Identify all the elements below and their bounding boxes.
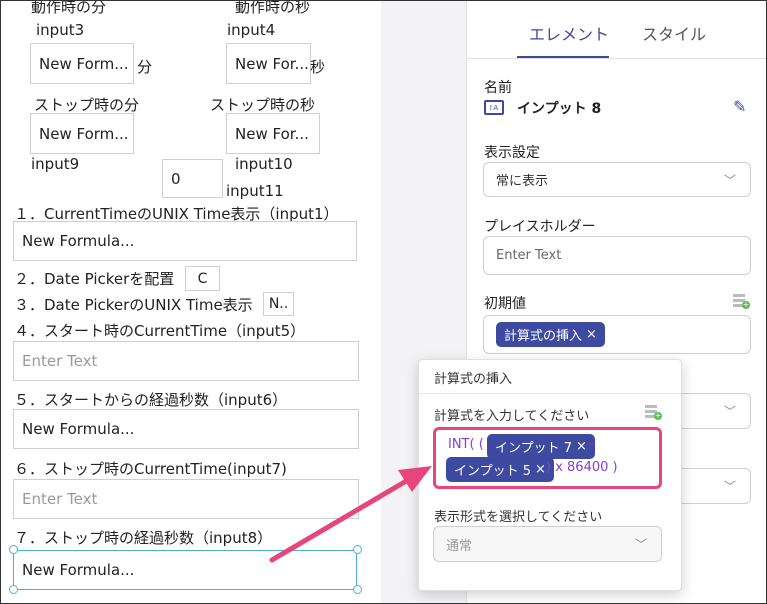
annotation-arrow <box>269 466 432 563</box>
